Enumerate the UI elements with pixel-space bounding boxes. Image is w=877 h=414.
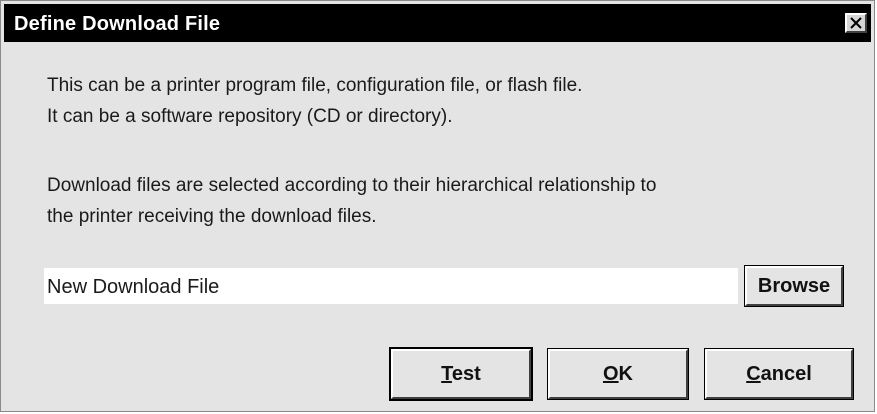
browse-button-label: Browse xyxy=(757,275,831,297)
browse-button[interactable]: Browse xyxy=(744,265,844,307)
cancel-button[interactable]: Cancel xyxy=(704,348,854,400)
close-button[interactable] xyxy=(845,13,867,33)
define-download-file-dialog: Define Download File This can be a print… xyxy=(0,0,875,412)
ok-button-label: OK xyxy=(602,363,633,385)
description-line-4: the printer receiving the download files… xyxy=(47,206,377,227)
download-file-input-value: New Download File xyxy=(47,276,220,298)
test-button[interactable]: Test xyxy=(389,347,533,401)
test-button-label: Test xyxy=(441,363,481,385)
dialog-title: Define Download File xyxy=(14,13,221,35)
cancel-button-label: Cancel xyxy=(746,363,812,385)
description-line-1: This can be a printer program file, conf… xyxy=(47,75,583,96)
description-line-3: Download files are selected according to… xyxy=(47,175,657,196)
ok-button[interactable]: OK xyxy=(547,348,689,400)
download-file-input[interactable]: New Download File xyxy=(44,268,738,304)
title-bar[interactable]: Define Download File xyxy=(4,4,871,42)
description-line-2: It can be a software repository (CD or d… xyxy=(47,106,453,127)
